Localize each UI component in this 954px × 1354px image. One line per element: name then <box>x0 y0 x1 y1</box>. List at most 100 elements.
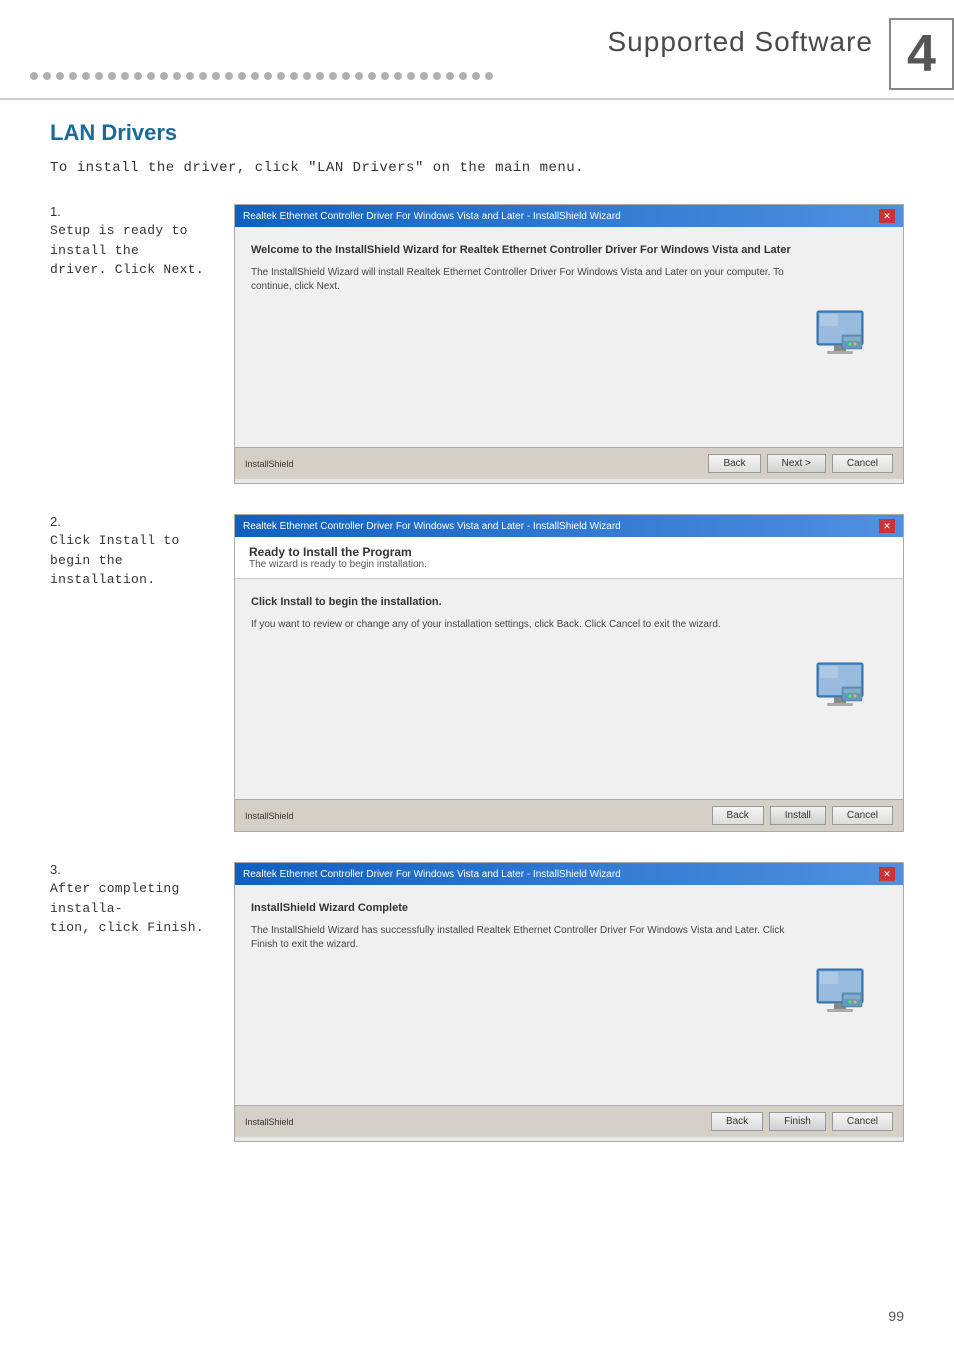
wizard-normal-text-3: The InstallShield Wizard has successfull… <box>251 924 793 952</box>
wizard-footer-left-1: InstallShield <box>245 459 294 469</box>
header-dot <box>355 72 363 80</box>
header-dot <box>459 72 467 80</box>
header-dot <box>30 72 38 80</box>
header-dot <box>56 72 64 80</box>
header-dot <box>420 72 428 80</box>
step-text-col-2: 2. Click Install to begin theinstallation… <box>50 514 210 590</box>
wizard-body-2: Click Install to begin the installation.… <box>235 579 903 799</box>
header-dot <box>485 72 493 80</box>
header-dot <box>69 72 77 80</box>
wizard-image-col-1 <box>807 243 887 431</box>
wizard-btn-2-install[interactable]: Install <box>770 806 826 825</box>
wizard-screenshot-1: Realtek Ethernet Controller Driver For W… <box>234 204 904 484</box>
header-dot <box>173 72 181 80</box>
header-row: Supported Software 4 <box>0 0 954 90</box>
step-desc-3: After completing installa-tion, click Fi… <box>50 879 210 938</box>
wizard-image-col-3 <box>807 901 887 1089</box>
header-dot <box>342 72 350 80</box>
header-dot <box>329 72 337 80</box>
wizard-titlebar-3: Realtek Ethernet Controller Driver For W… <box>235 863 903 885</box>
wizard-footer-left-3: InstallShield <box>245 1117 294 1127</box>
wizard-body-3: InstallShield Wizard Complete The Install… <box>235 885 903 1105</box>
wizard-screenshot-3: Realtek Ethernet Controller Driver For W… <box>234 862 904 1142</box>
wizard-bold-text-2: Click Install to begin the installation. <box>251 595 793 610</box>
header-dot <box>238 72 246 80</box>
wizard-btn-1-next[interactable]: Next > <box>767 454 826 473</box>
header-dot <box>199 72 207 80</box>
title-box: Supported Software <box>608 18 890 90</box>
header-dot <box>225 72 233 80</box>
header-dot <box>82 72 90 80</box>
wizard-text-col-1: Welcome to the InstallShield Wizard for … <box>251 243 793 431</box>
wizard-text-col-2: Click Install to begin the installation.… <box>251 595 793 783</box>
wizard-titlebar-text-3: Realtek Ethernet Controller Driver For W… <box>243 869 621 880</box>
wizard-titlebar-1: Realtek Ethernet Controller Driver For W… <box>235 205 903 227</box>
wizard-footer-1: InstallShield Back Next > Cancel <box>235 447 903 479</box>
lan-drivers-title: LAN Drivers <box>50 120 904 146</box>
section-title: Supported Software <box>608 26 874 57</box>
wizard-btn-3-cancel[interactable]: Cancel <box>832 1112 893 1131</box>
header-dot <box>95 72 103 80</box>
header-dot <box>472 72 480 80</box>
header-dot <box>316 72 324 80</box>
header-dot <box>147 72 155 80</box>
title-and-number: Supported Software 4 <box>608 18 954 90</box>
step-desc-2: Click Install to begin theinstallation. <box>50 531 210 590</box>
header-dot <box>433 72 441 80</box>
page-content: LAN Drivers To install the driver, click… <box>0 120 954 1222</box>
step-number-3: 3. <box>50 862 210 877</box>
wizard-titlebar-text-2: Realtek Ethernet Controller Driver For W… <box>243 521 621 532</box>
wizard-bold-text-1: Welcome to the InstallShield Wizard for … <box>251 243 793 258</box>
header-dot <box>368 72 376 80</box>
wizard-normal-text-2: If you want to review or change any of y… <box>251 618 793 632</box>
header-dot <box>407 72 415 80</box>
header-dot <box>134 72 142 80</box>
header-dot <box>446 72 454 80</box>
step-item-3: 3. After completing installa-tion, click … <box>50 862 904 1142</box>
wizard-btn-2-cancel[interactable]: Cancel <box>832 806 893 825</box>
step-desc-1: Setup is ready to install thedriver. Cli… <box>50 221 210 280</box>
wizard-footer-left-2: InstallShield <box>245 811 294 821</box>
header-dot <box>290 72 298 80</box>
header-dot <box>212 72 220 80</box>
header-dot <box>251 72 259 80</box>
header-dot <box>43 72 51 80</box>
steps-container: 1. Setup is ready to install thedriver. C… <box>50 204 904 1142</box>
wizard-btn-3-back[interactable]: Back <box>711 1112 763 1131</box>
header-dot <box>108 72 116 80</box>
step-item-2: 2. Click Install to begin theinstallation… <box>50 514 904 832</box>
header-dot <box>381 72 389 80</box>
step-number-2: 2. <box>50 514 210 529</box>
wizard-btn-2-back[interactable]: Back <box>712 806 764 825</box>
wizard-normal-text-1: The InstallShield Wizard will install Re… <box>251 266 793 294</box>
wizard-btn-1-cancel[interactable]: Cancel <box>832 454 893 473</box>
step-text-col-3: 3. After completing installa-tion, click … <box>50 862 210 938</box>
wizard-btn-3-finish[interactable]: Finish <box>769 1112 826 1131</box>
wizard-header-title-2: Ready to Install the Program <box>249 545 889 559</box>
wizard-bold-text-3: InstallShield Wizard Complete <box>251 901 793 916</box>
wizard-titlebar-2: Realtek Ethernet Controller Driver For W… <box>235 515 903 537</box>
step-item-1: 1. Setup is ready to install thedriver. C… <box>50 204 904 484</box>
header-dot <box>160 72 168 80</box>
page-header: Supported Software 4 <box>0 0 954 100</box>
wizard-btn-1-back[interactable]: Back <box>708 454 760 473</box>
intro-text: To install the driver, click "LAN Driver… <box>50 160 904 176</box>
wizard-header-subtitle-2: The wizard is ready to begin installatio… <box>249 559 889 570</box>
wizard-close-btn-3[interactable]: ✕ <box>879 867 895 881</box>
dots-container <box>30 32 608 90</box>
header-dot <box>186 72 194 80</box>
step-text-col-1: 1. Setup is ready to install thedriver. C… <box>50 204 210 280</box>
header-dot <box>264 72 272 80</box>
header-dot <box>394 72 402 80</box>
chapter-number-tab: 4 <box>889 18 954 90</box>
wizard-footer-2: InstallShield Back Install Cancel <box>235 799 903 831</box>
step-number-1: 1. <box>50 204 210 219</box>
chapter-number: 4 <box>907 28 936 80</box>
header-dot <box>121 72 129 80</box>
wizard-close-btn-2[interactable]: ✕ <box>879 519 895 533</box>
wizard-close-btn-1[interactable]: ✕ <box>879 209 895 223</box>
wizard-text-col-3: InstallShield Wizard Complete The Install… <box>251 901 793 1089</box>
wizard-image-col-2 <box>807 595 887 783</box>
page-number: 99 <box>888 1308 904 1324</box>
header-dot <box>303 72 311 80</box>
